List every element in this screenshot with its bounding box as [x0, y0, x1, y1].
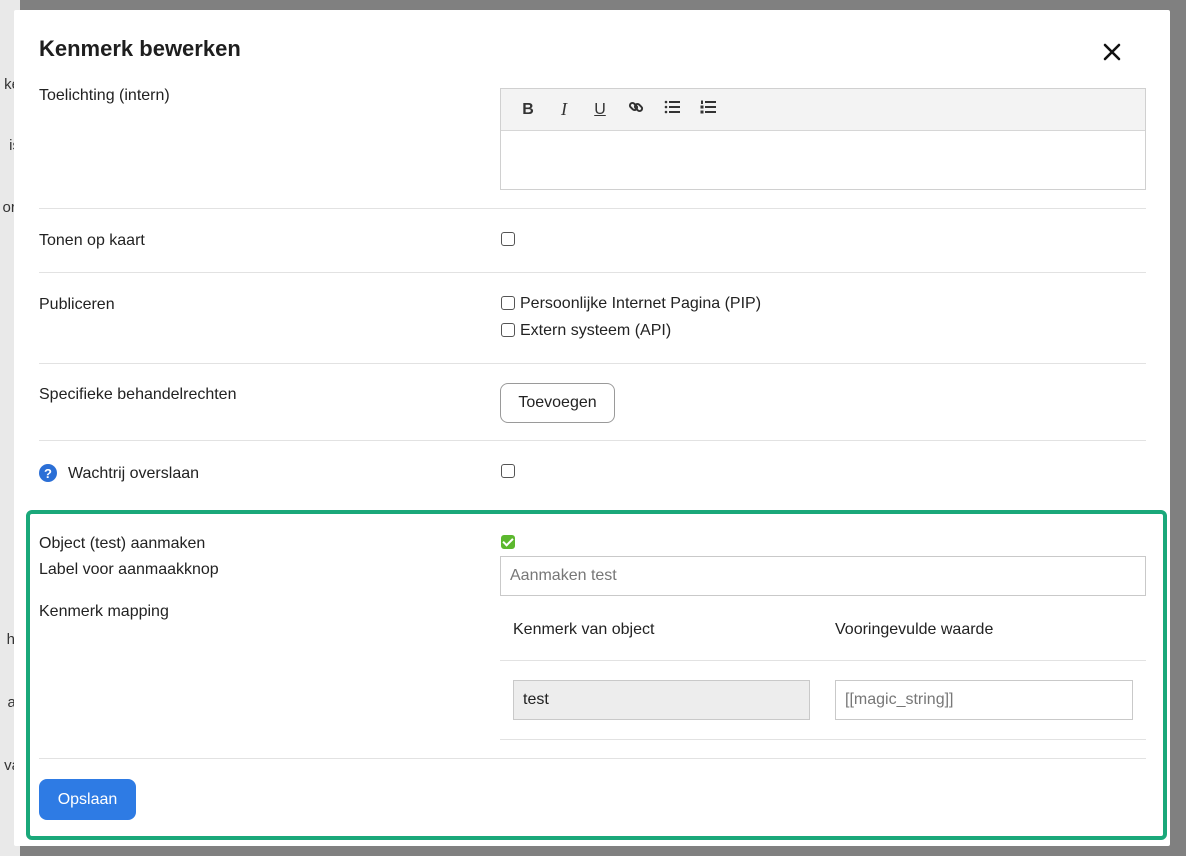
publiceren-api-checkbox[interactable]: [501, 323, 515, 337]
modal-title: Kenmerk bewerken: [39, 36, 241, 61]
publiceren-pip-checkbox[interactable]: [501, 296, 515, 310]
behandelrechten-label: Specifieke behandelrechten: [39, 386, 237, 403]
footer-divider: [39, 758, 1146, 759]
close-icon[interactable]: [1100, 40, 1124, 64]
toelichting-label: Toelichting (intern): [39, 87, 170, 104]
publiceren-api-label: Extern systeem (API): [520, 322, 672, 339]
underline-button[interactable]: U: [591, 101, 609, 119]
help-icon[interactable]: ?: [39, 464, 57, 482]
link-icon[interactable]: [627, 99, 645, 120]
numbered-list-icon[interactable]: [699, 100, 717, 119]
divider: [39, 272, 1146, 273]
divider: [39, 208, 1146, 209]
aanmaakknop-input[interactable]: Aanmaken test: [500, 556, 1146, 596]
object-aanmaken-checkbox[interactable]: [501, 535, 515, 549]
bold-button[interactable]: B: [519, 101, 537, 119]
mapping-header-kenmerk: Kenmerk van object: [513, 621, 655, 638]
mapping-divider: [500, 739, 1146, 740]
editor-toolbar: B I U: [501, 89, 1145, 131]
object-aanmaken-label: Object (test) aanmaken: [39, 535, 206, 552]
toevoegen-button[interactable]: Toevoegen: [500, 383, 615, 423]
tonen-op-kaart-label: Tonen op kaart: [39, 232, 145, 249]
italic-button[interactable]: I: [555, 99, 573, 120]
tonen-op-kaart-checkbox[interactable]: [501, 232, 515, 246]
publiceren-pip-label: Persoonlijke Internet Pagina (PIP): [520, 295, 762, 312]
bullet-list-icon[interactable]: [663, 100, 681, 119]
wachtrij-overslaan-checkbox[interactable]: [501, 464, 515, 478]
divider: [39, 363, 1146, 364]
mapping-header-waarde: Vooringevulde waarde: [835, 621, 994, 638]
save-button[interactable]: Opslaan: [39, 779, 136, 820]
kenmerk-mapping-label: Kenmerk mapping: [39, 603, 169, 620]
mapping-waarde-input[interactable]: [[magic_string]]: [835, 680, 1133, 720]
edit-attribute-modal: Kenmerk bewerken Toelichting (intern) B …: [14, 10, 1170, 846]
aanmaakknop-label: Label voor aanmaakknop: [39, 561, 219, 578]
mapping-divider: [500, 660, 1146, 661]
mapping-kenmerk-cell: test: [513, 680, 810, 720]
wachtrij-overslaan-label: Wachtrij overslaan: [68, 465, 200, 482]
divider: [39, 440, 1146, 441]
rich-text-editor[interactable]: B I U: [500, 88, 1146, 190]
publiceren-label: Publiceren: [39, 296, 115, 313]
